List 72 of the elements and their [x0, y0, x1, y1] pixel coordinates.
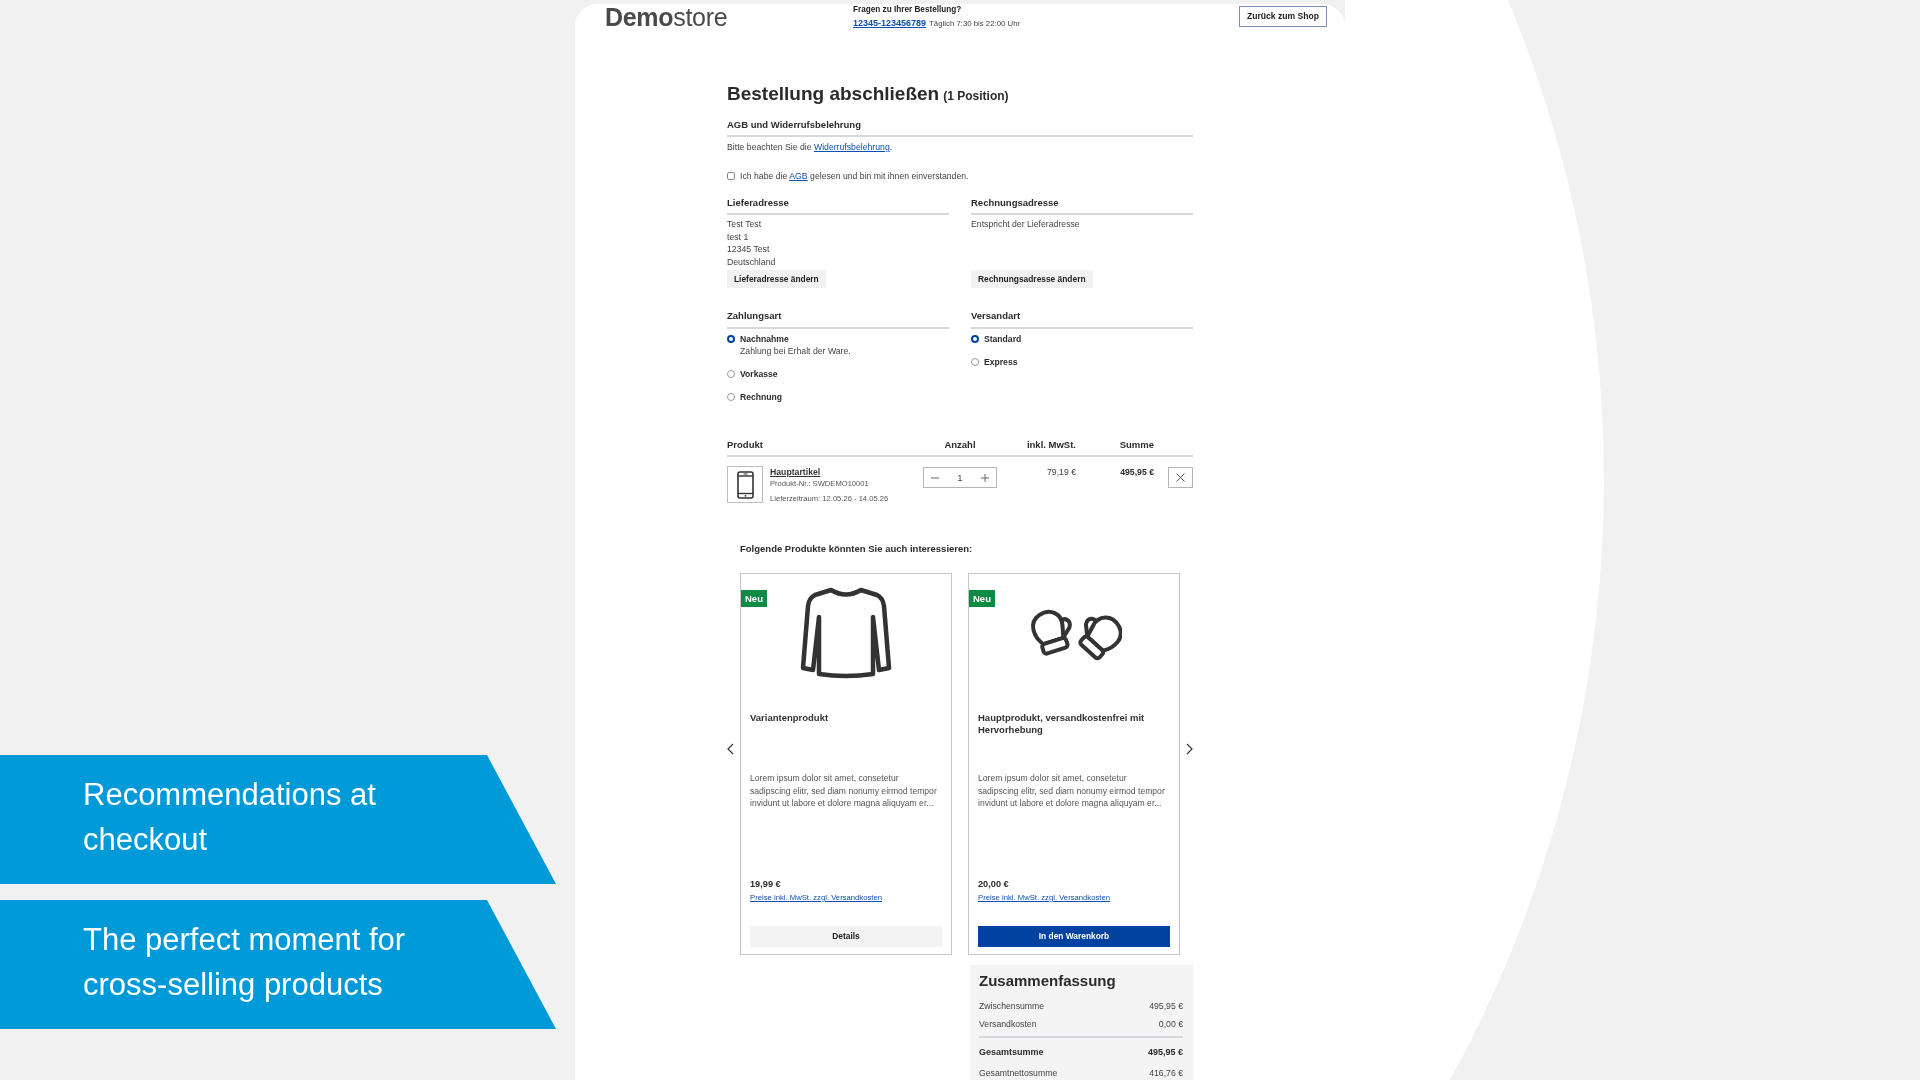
- new-badge: Neu: [741, 590, 767, 607]
- radio-button[interactable]: [727, 370, 735, 378]
- smartphone-icon: [736, 470, 754, 499]
- column-header: inkl. MwSt.: [1026, 439, 1076, 451]
- summary-value: 0,00 €: [1158, 1018, 1183, 1030]
- callout-text: The perfect moment for cross-selling products: [83, 921, 406, 1002]
- chevron-left-icon[interactable]: [727, 743, 734, 755]
- column-header: Anzahl: [944, 439, 976, 451]
- callout-text: Recommendations at checkout: [83, 776, 376, 857]
- recommendations-heading: Folgende Produkte könnten Sie auch interessieren:: [740, 543, 973, 555]
- close-icon: [1176, 473, 1185, 482]
- plus-icon[interactable]: [981, 473, 989, 482]
- radio-button[interactable]: [727, 335, 735, 343]
- product-price: 20,00 €: [978, 878, 1009, 890]
- column-header: Produkt: [727, 439, 763, 451]
- address-line: 12345 Test: [727, 243, 770, 256]
- option-description: Zahlung bei Erhalt der Ware.: [740, 345, 851, 357]
- line-total: 495,95 €: [1120, 466, 1154, 478]
- section-heading: AGB und Widerrufsbelehrung: [727, 119, 861, 131]
- product-price: 19,99 €: [750, 878, 781, 890]
- summary-heading: Zusammenfassung: [979, 973, 1116, 989]
- address-line: Deutschland: [727, 255, 776, 268]
- summary-value: 495,95 €: [1147, 1046, 1183, 1058]
- agreement-text: Ich habe die AGB gelesen und bin mit ihnen einverstanden.: [740, 170, 969, 182]
- option-label[interactable]: Express: [984, 356, 1018, 368]
- phone-link[interactable]: 12345-123456789: [853, 17, 927, 29]
- summary-value: 495,95 €: [1149, 1000, 1183, 1012]
- product-name[interactable]: Hauptprodukt, versandkostenfrei mit Hervorhebung: [978, 712, 1170, 736]
- section-heading: Rechnungsadresse: [971, 197, 1059, 209]
- radio-button[interactable]: [971, 335, 979, 343]
- option-label[interactable]: Rechnung: [740, 391, 782, 403]
- summary-label: Versandkosten: [979, 1018, 1037, 1030]
- radio-button[interactable]: [727, 393, 735, 401]
- withdrawal-policy-link[interactable]: Widerrufsbelehrung: [813, 142, 890, 152]
- help-heading: Fragen zu Ihrer Bestellung?: [853, 4, 962, 16]
- option-label[interactable]: Nachnahme: [740, 333, 789, 345]
- section-heading: Lieferadresse: [727, 197, 789, 209]
- product-action-button[interactable]: Details: [750, 926, 942, 947]
- unit-price: 79,19 €: [1047, 466, 1076, 478]
- summary-label: Zwischensumme: [979, 1000, 1045, 1012]
- product-name-link[interactable]: Hauptartikel: [770, 466, 821, 478]
- long-sleeve-shirt-icon: [800, 586, 892, 680]
- section-heading: Versandart: [971, 310, 1021, 322]
- option-label[interactable]: Vorkasse: [740, 368, 778, 380]
- change-address-button[interactable]: Rechnungsadresse ändern: [971, 270, 1093, 288]
- page-title: Bestellung abschließen: [727, 82, 940, 106]
- agreement-checkbox[interactable]: [727, 172, 735, 180]
- radio-button[interactable]: [971, 358, 979, 366]
- summary-label: Gesamtsumme: [979, 1046, 1044, 1058]
- quantity-field[interactable]: 1: [923, 467, 997, 488]
- option-label[interactable]: Standard: [984, 333, 1022, 345]
- change-address-button[interactable]: Lieferadresse ändern: [727, 270, 826, 288]
- back-to-shop-button[interactable]: Zurück zum Shop: [1238, 6, 1327, 27]
- section-heading: Zahlungsart: [727, 310, 782, 322]
- new-badge: Neu: [969, 590, 995, 607]
- column-header: Summe: [1119, 439, 1154, 451]
- address-line: Entspricht der Lieferadresse: [971, 218, 1080, 231]
- address-line: Test Test: [727, 218, 762, 231]
- summary-value: 416,76 €: [1149, 1067, 1183, 1079]
- item-count: (1 Position): [943, 88, 1009, 105]
- product-action-button[interactable]: In den Warenkorb: [978, 926, 1170, 947]
- terms-link[interactable]: AGB: [789, 171, 808, 181]
- quantity-value: 1: [957, 471, 963, 484]
- address-line: test 1: [727, 230, 749, 243]
- product-description: Lorem ipsum dolor sit amet, consetetur sadipscing elitr, sed diam nonumy eirmod tempor invidunt ut labore et dolore magna aliquyam er...: [978, 772, 1166, 810]
- terms-notice-text: Bitte beachten Sie die Widerrufsbelehrung.: [727, 141, 893, 153]
- chevron-right-icon[interactable]: [1186, 743, 1193, 755]
- store-logo[interactable]: Demostore: [605, 4, 728, 31]
- summary-label: Gesamtnettosumme: [979, 1067, 1058, 1079]
- product-name[interactable]: Variantenprodukt: [750, 712, 829, 724]
- product-description: Lorem ipsum dolor sit amet, consetetur sadipscing elitr, sed diam nonumy eirmod tempor invidunt ut labore et dolore magna aliquyam er...: [750, 772, 938, 810]
- remove-button[interactable]: [1168, 467, 1193, 488]
